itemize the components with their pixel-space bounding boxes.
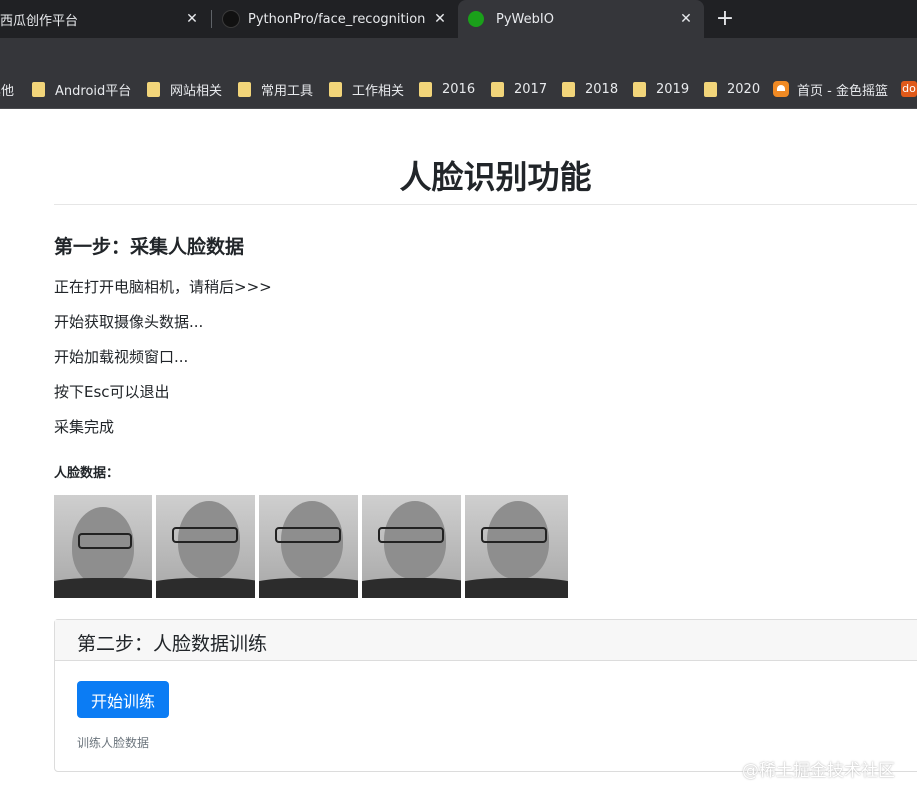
status-message: 正在打开电脑相机，请稍后>>> — [54, 278, 272, 296]
face-image-strip — [54, 495, 568, 598]
bookmark-jinse[interactable]: 首页 - 金色摇篮 — [773, 80, 888, 99]
new-tab-button[interactable]: + — [712, 6, 738, 32]
tab-pywebio[interactable]: PyWebIO ✕ — [458, 0, 704, 38]
folder-icon — [238, 81, 251, 97]
tab-xigua[interactable]: 西瓜创作平台 ✕ — [0, 0, 210, 38]
bookmark-label: 常用工具 — [261, 83, 314, 99]
browser-tab-bar: 西瓜创作平台 ✕ PythonPro/face_recognition at ✕… — [0, 0, 917, 38]
status-message: 开始加载视频窗口... — [54, 348, 189, 366]
folder-icon — [704, 81, 717, 97]
folder-icon — [32, 81, 45, 97]
folder-icon — [633, 81, 646, 97]
button-help-text: 训练人脸数据 — [77, 736, 150, 750]
bookmark-tools[interactable]: 常用工具 — [238, 80, 314, 99]
face-image — [259, 495, 362, 598]
bookmark-2016[interactable]: 2016 — [419, 80, 475, 98]
face-image — [362, 495, 465, 598]
bookmarks-bar: 其他 Android平台 网站相关 常用工具 工作相关 2016 2017 20… — [0, 70, 917, 109]
bookmark-2019[interactable]: 2019 — [633, 80, 689, 98]
tab-title: PythonPro/face_recognition at — [248, 11, 428, 27]
bookmark-web[interactable]: 网站相关 — [147, 80, 223, 99]
face-image — [465, 495, 568, 598]
status-message: 按下Esc可以退出 — [54, 383, 170, 401]
close-icon[interactable]: ✕ — [184, 11, 200, 27]
title-divider — [54, 204, 917, 205]
bookmark-do[interactable]: do — [901, 80, 917, 98]
start-training-button[interactable]: 开始训练 — [77, 681, 169, 718]
bookmark-label: 2020 — [727, 81, 761, 97]
bookmark-2018[interactable]: 2018 — [562, 80, 618, 98]
bookmark-2017[interactable]: 2017 — [491, 80, 547, 98]
folder-icon — [147, 81, 160, 97]
bookmark-label: 2016 — [442, 81, 476, 97]
bookmark-work[interactable]: 工作相关 — [329, 80, 405, 99]
close-icon[interactable]: ✕ — [678, 11, 694, 27]
card-header: 第二步：人脸数据训练 — [55, 620, 917, 661]
step1-heading: 第一步：采集人脸数据 — [54, 236, 245, 258]
folder-icon — [491, 81, 504, 97]
bookmark-label: 其他 — [0, 83, 15, 99]
folder-icon — [419, 81, 432, 97]
bookmark-label: 工作相关 — [352, 83, 405, 99]
tab-title: PyWebIO — [496, 11, 554, 27]
bookmark-android[interactable]: Android平台 — [32, 80, 132, 99]
page-title: 人脸识别功能 — [399, 158, 592, 196]
status-message: 开始获取摄像头数据... — [54, 313, 204, 331]
tab-divider — [211, 10, 212, 28]
github-icon — [222, 10, 240, 28]
folder-icon — [562, 81, 575, 97]
browser-toolbar — [0, 38, 917, 70]
pywebio-icon — [468, 11, 484, 27]
status-message: 采集完成 — [54, 418, 115, 436]
step2-card: 第二步：人脸数据训练 开始训练 训练人脸数据 — [54, 619, 917, 772]
bookmark-label: 网站相关 — [170, 83, 223, 99]
cradle-icon — [773, 81, 789, 97]
bookmark-label: 首页 - 金色摇篮 — [797, 83, 888, 99]
watermark: @稀土掘金技术社区 — [742, 761, 895, 781]
tab-github[interactable]: PythonPro/face_recognition at ✕ — [222, 0, 458, 38]
folder-icon — [329, 81, 342, 97]
faces-label: 人脸数据： — [54, 466, 120, 481]
tab-title: 西瓜创作平台 — [0, 13, 79, 29]
bookmark-label: 2019 — [656, 81, 690, 97]
step2-heading: 第二步：人脸数据训练 — [77, 633, 268, 655]
bookmark-label: 2018 — [585, 81, 619, 97]
bookmark-other[interactable]: 其他 — [0, 80, 15, 99]
close-icon[interactable]: ✕ — [432, 11, 448, 27]
face-image — [54, 495, 156, 598]
bookmark-label: do — [901, 81, 917, 97]
bookmark-label: 2017 — [514, 81, 548, 97]
bookmark-2020[interactable]: 2020 — [704, 80, 760, 98]
bookmark-label: Android平台 — [55, 83, 132, 99]
face-image — [156, 495, 259, 598]
